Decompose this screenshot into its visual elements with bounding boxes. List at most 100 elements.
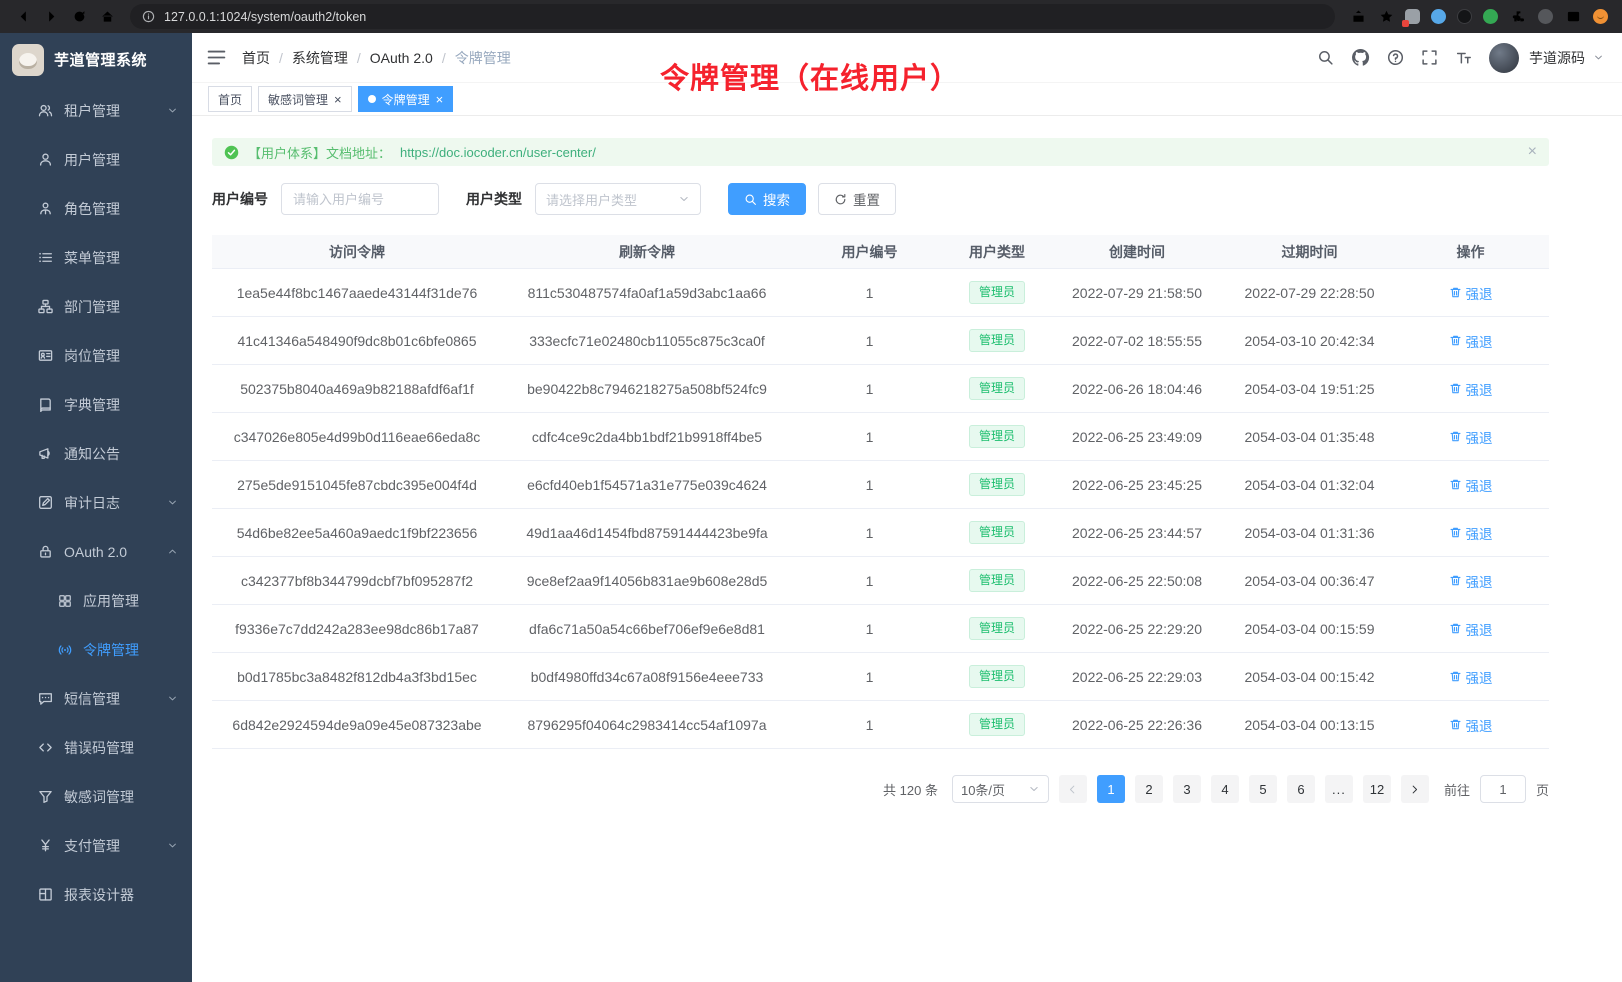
alert-close-icon[interactable]: ×	[1528, 144, 1537, 160]
sidebar-item-notice[interactable]: 通知公告	[0, 429, 192, 478]
help-icon[interactable]	[1387, 49, 1404, 66]
page-button-1[interactable]: 1	[1097, 775, 1125, 803]
extension-icon-red-badged[interactable]	[1405, 9, 1420, 24]
close-icon[interactable]: ×	[334, 93, 342, 106]
home-icon[interactable]	[94, 4, 120, 30]
next-page-button[interactable]	[1401, 775, 1429, 803]
breadcrumb-oauth2[interactable]: OAuth 2.0	[370, 50, 433, 66]
share-icon[interactable]	[1345, 4, 1371, 30]
user-avatar[interactable]	[1489, 43, 1519, 73]
sidebar-item-oauth2-app[interactable]: 应用管理	[0, 576, 192, 625]
cell-user-id: 1	[792, 285, 947, 301]
doc-link[interactable]: https://doc.iocoder.cn/user-center/	[400, 145, 596, 160]
github-icon[interactable]	[1351, 48, 1370, 67]
sidebar-item-error-code[interactable]: 错误码管理	[0, 723, 192, 772]
sidebar-item-role[interactable]: 角色管理	[0, 184, 192, 233]
force-logout-button[interactable]: 强退	[1449, 667, 1493, 687]
fullscreen-icon[interactable]	[1421, 49, 1438, 66]
breadcrumb-system[interactable]: 系统管理	[292, 48, 348, 68]
sidebar-item-user[interactable]: 用户管理	[0, 135, 192, 184]
annotation-text: 令牌管理（在线用户）	[660, 55, 960, 97]
log-icon	[38, 495, 53, 510]
funnel-icon	[38, 789, 53, 804]
extension-icon-gray[interactable]	[1538, 9, 1553, 24]
tab-home[interactable]: 首页	[208, 86, 252, 112]
sidebar-item-post[interactable]: 岗位管理	[0, 331, 192, 380]
more-pages-button[interactable]: ...	[1325, 775, 1353, 803]
page-button-3[interactable]: 3	[1173, 775, 1201, 803]
force-logout-button[interactable]: 强退	[1449, 715, 1493, 735]
user-id-input[interactable]	[281, 183, 439, 215]
force-logout-button[interactable]: 强退	[1449, 475, 1493, 495]
cell-expire-time: 2054-03-10 20:42:34	[1227, 333, 1392, 349]
force-logout-button[interactable]: 强退	[1449, 331, 1493, 351]
sidebar-item-pay[interactable]: 支付管理	[0, 821, 192, 870]
sidebar-item-sms[interactable]: 短信管理	[0, 674, 192, 723]
user-name[interactable]: 芋道源码	[1529, 48, 1585, 68]
cell-refresh-token: 9ce8ef2aa9f14056b831ae9b608e28d5	[502, 573, 792, 589]
chevron-down-icon[interactable]	[1593, 52, 1604, 63]
app-logo[interactable]: 芋道管理系统	[0, 33, 192, 86]
font-size-icon[interactable]	[1455, 49, 1472, 66]
reset-button-label: 重置	[853, 189, 880, 209]
cell-user-id: 1	[792, 669, 947, 685]
reset-button[interactable]: 重置	[818, 183, 896, 215]
table-row: 54d6be82ee5a460a9aedc1f9bf223656 49d1aa4…	[212, 509, 1549, 557]
extensions-puzzle-icon[interactable]	[1509, 8, 1527, 26]
user-type-select[interactable]: 请选择用户类型	[535, 183, 701, 215]
page-button-5[interactable]: 5	[1249, 775, 1277, 803]
sidebar-item-oauth2-token[interactable]: 令牌管理	[0, 625, 192, 674]
chevron-down-icon	[167, 840, 178, 851]
cell-create-time: 2022-06-26 18:04:46	[1047, 381, 1227, 397]
cell-user-id: 1	[792, 573, 947, 589]
extension-icon-green[interactable]	[1483, 9, 1498, 24]
menu-arrow	[167, 644, 178, 655]
force-logout-button[interactable]: 强退	[1449, 427, 1493, 447]
search-icon[interactable]	[1317, 49, 1334, 66]
page-button-4[interactable]: 4	[1211, 775, 1239, 803]
sidebar-item-label: 短信管理	[64, 689, 156, 709]
reload-icon[interactable]	[66, 4, 92, 30]
sidebar-item-audit-log[interactable]: 审计日志	[0, 478, 192, 527]
force-logout-label: 强退	[1466, 283, 1493, 303]
bookmark-star-icon[interactable]	[1373, 4, 1399, 30]
collapse-sidebar-icon[interactable]	[206, 47, 227, 68]
page-button-6[interactable]: 6	[1287, 775, 1315, 803]
cell-expire-time: 2022-07-29 22:28:50	[1227, 285, 1392, 301]
megaphone-icon	[38, 446, 53, 461]
page-button-12[interactable]: 12	[1363, 775, 1391, 803]
sidebar-item-report-designer[interactable]: 报表设计器	[0, 870, 192, 919]
tab-sensitive-words[interactable]: 敏感词管理 ×	[258, 86, 352, 112]
address-bar[interactable]: 127.0.0.1:1024/system/oauth2/token	[130, 4, 1335, 29]
prev-page-button[interactable]	[1059, 775, 1087, 803]
force-logout-label: 强退	[1466, 475, 1493, 495]
breadcrumb-home[interactable]: 首页	[242, 48, 270, 68]
page-button-2[interactable]: 2	[1135, 775, 1163, 803]
force-logout-button[interactable]: 强退	[1449, 283, 1493, 303]
extension-icon-black[interactable]	[1457, 9, 1472, 24]
force-logout-button[interactable]: 强退	[1449, 379, 1493, 399]
search-button[interactable]: 搜索	[728, 183, 806, 215]
sidebar-item-tenant[interactable]: 租户管理	[0, 86, 192, 135]
force-logout-button[interactable]: 强退	[1449, 523, 1493, 543]
user-type-badge: 管理员	[969, 617, 1025, 640]
goto-page-input[interactable]	[1480, 775, 1526, 803]
sidebar-item-dept[interactable]: 部门管理	[0, 282, 192, 331]
back-icon[interactable]	[10, 4, 36, 30]
tab-token-management[interactable]: 令牌管理 ×	[358, 86, 454, 112]
menu-arrow	[167, 154, 178, 165]
sidebar-item-oauth2[interactable]: OAuth 2.0	[0, 527, 192, 576]
site-info-icon[interactable]	[142, 10, 155, 23]
profile-avatar-icon[interactable]	[1593, 9, 1608, 24]
page-size-select[interactable]: 10条/页	[952, 775, 1049, 803]
sidebar-item-sensitive-word[interactable]: 敏感词管理	[0, 772, 192, 821]
side-panel-icon[interactable]	[1564, 8, 1582, 26]
force-logout-button[interactable]: 强退	[1449, 571, 1493, 591]
cell-expire-time: 2054-03-04 00:15:42	[1227, 669, 1392, 685]
sidebar-item-menu[interactable]: 菜单管理	[0, 233, 192, 282]
forward-icon[interactable]	[38, 4, 64, 30]
force-logout-button[interactable]: 强退	[1449, 619, 1493, 639]
extension-icon-blue[interactable]	[1431, 9, 1446, 24]
sidebar-item-dict[interactable]: 字典管理	[0, 380, 192, 429]
close-icon[interactable]: ×	[436, 93, 444, 106]
